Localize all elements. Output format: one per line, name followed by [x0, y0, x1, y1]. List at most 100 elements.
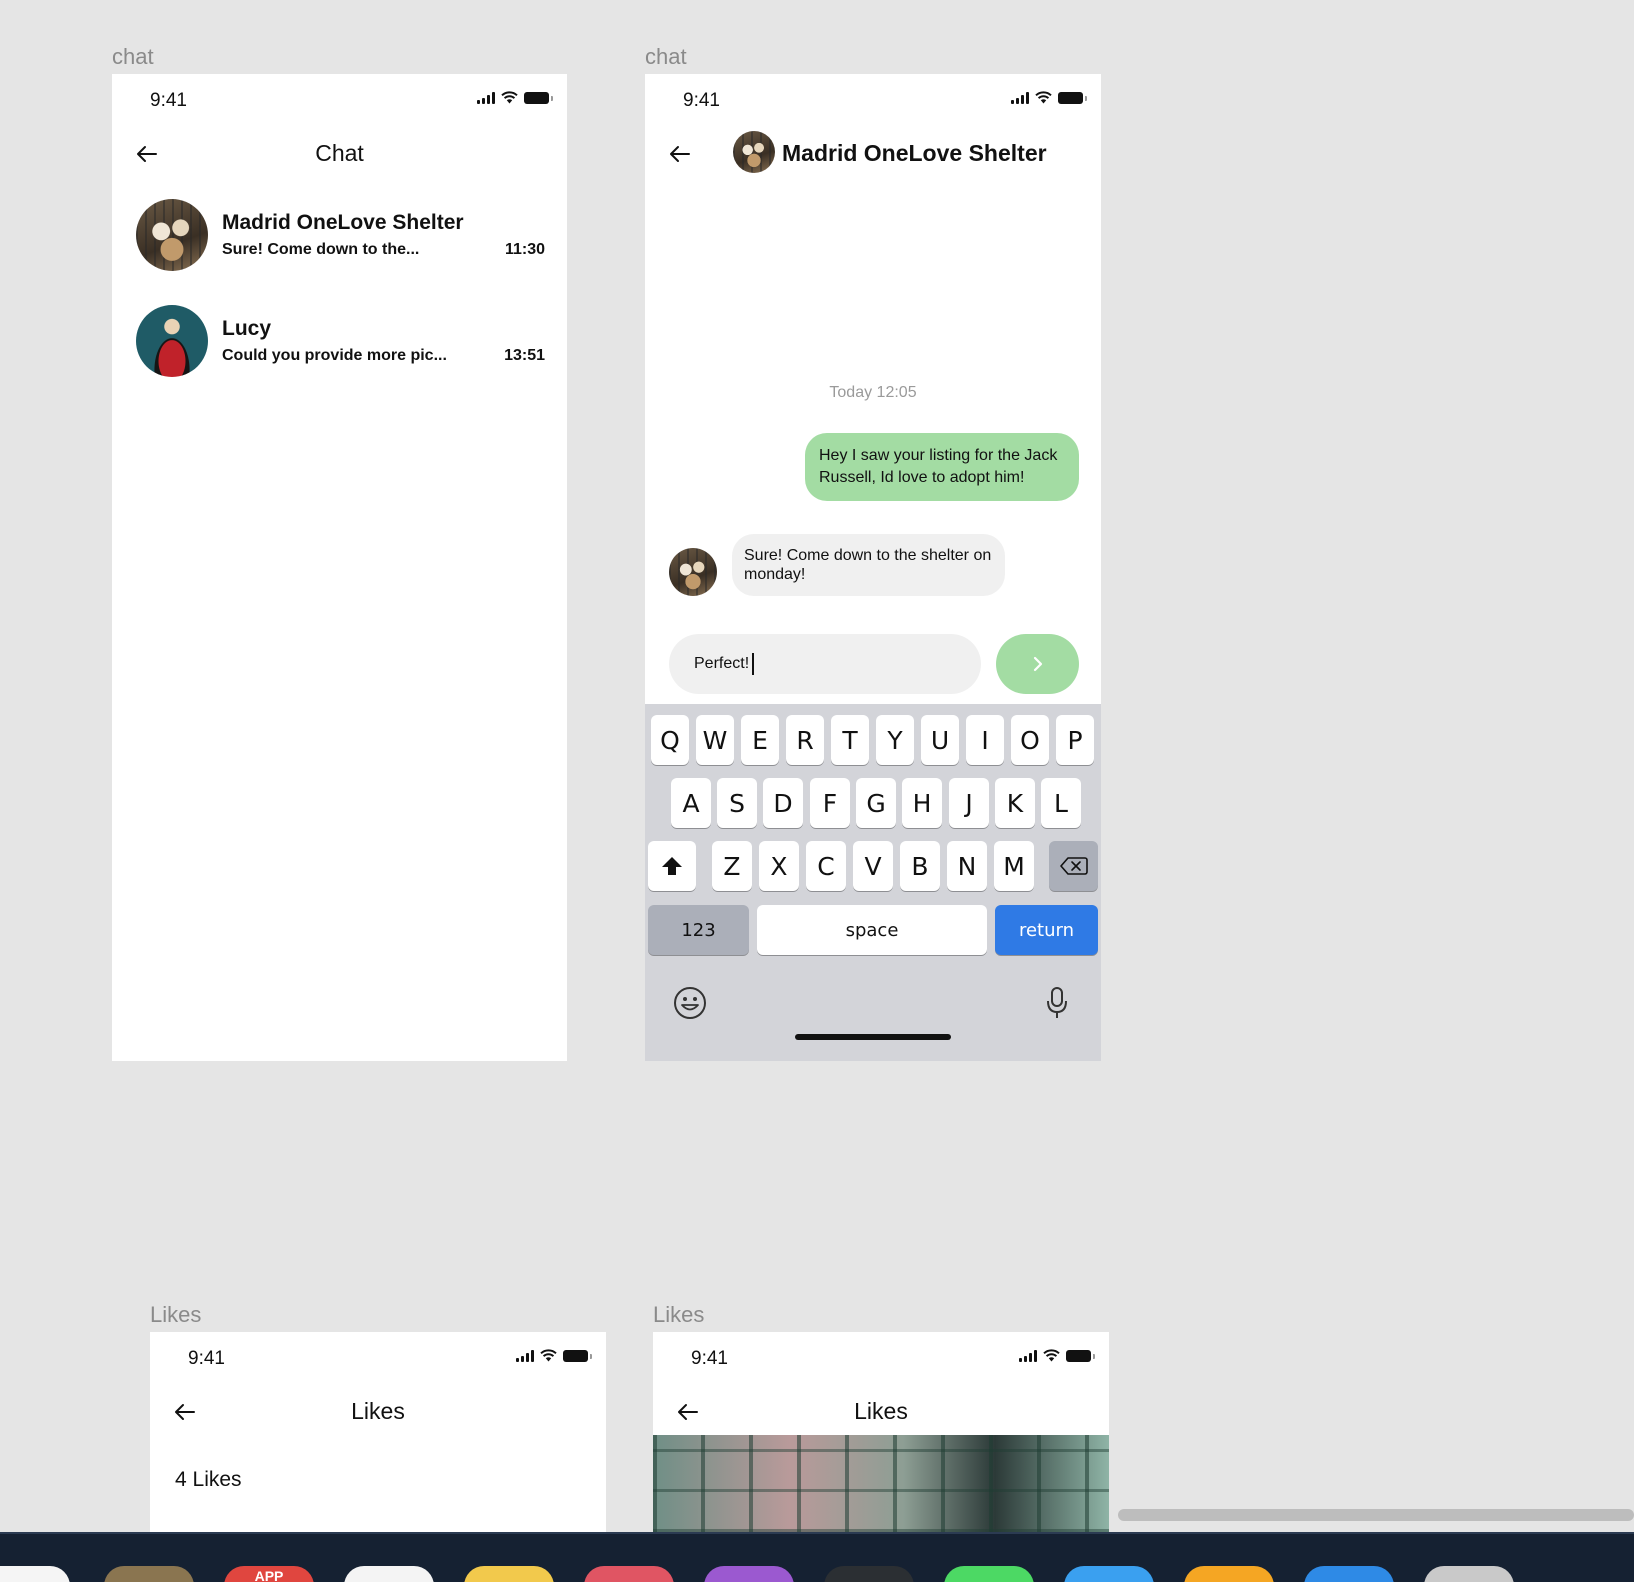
outgoing-message: Hey I saw your listing for the Jack Russ… — [805, 433, 1079, 501]
key-m[interactable]: M — [994, 841, 1034, 891]
shift-icon — [662, 857, 682, 875]
cellular-signal-icon — [516, 1349, 534, 1362]
key-x[interactable]: X — [759, 841, 799, 891]
key-e[interactable]: E — [741, 715, 779, 765]
emoji-icon[interactable] — [673, 986, 707, 1020]
likes-screen: 9:41 Likes 4 Likes — [150, 1332, 606, 1532]
likes-detail-header: Likes — [653, 1384, 1109, 1440]
conversation-item-shelter[interactable]: Madrid OneLove Shelter Sure! Come down t… — [112, 199, 567, 279]
key-z[interactable]: Z — [712, 841, 752, 891]
likes-header: Likes — [150, 1384, 606, 1440]
dock-app-pages[interactable] — [1184, 1566, 1274, 1582]
home-indicator — [795, 1034, 951, 1040]
key-o[interactable]: O — [1011, 715, 1049, 765]
dock: APP — [0, 1532, 1634, 1582]
likes-detail-screen: 9:41 Likes — [653, 1332, 1109, 1532]
microphone-icon[interactable] — [1045, 986, 1069, 1020]
avatar — [136, 199, 208, 271]
key-s[interactable]: S — [717, 778, 757, 828]
key-c[interactable]: C — [806, 841, 846, 891]
frame-label-conversation: chat — [645, 44, 687, 69]
dock-app-podcasts[interactable] — [704, 1566, 794, 1582]
chat-list-screen: 9:41 Chat Madrid OneLove Shelter Sure! C… — [112, 74, 567, 1061]
key-v[interactable]: V — [853, 841, 893, 891]
dock-app-mail[interactable] — [1064, 1566, 1154, 1582]
dock-app-terminal[interactable] — [824, 1566, 914, 1582]
key-k[interactable]: K — [995, 778, 1035, 828]
key-g[interactable]: G — [856, 778, 896, 828]
conversation-time: 13:51 — [504, 347, 545, 364]
backspace-icon — [1059, 857, 1088, 875]
status-icons — [516, 1349, 592, 1362]
conversation-name: Madrid OneLove Shelter — [222, 211, 464, 234]
dock-app-music[interactable] — [584, 1566, 674, 1582]
key-r[interactable]: R — [786, 715, 824, 765]
send-button[interactable] — [996, 634, 1079, 694]
sender-avatar — [669, 548, 717, 596]
backspace-key[interactable] — [1049, 841, 1098, 891]
wifi-icon — [501, 91, 518, 104]
page-title: Likes — [351, 1398, 405, 1424]
status-bar: 9:41 — [150, 1332, 606, 1384]
key-w[interactable]: W — [696, 715, 734, 765]
status-time: 9:41 — [188, 1348, 225, 1369]
return-key[interactable]: return — [995, 905, 1098, 955]
key-d[interactable]: D — [763, 778, 803, 828]
contact-avatar[interactable] — [733, 131, 775, 173]
shift-key[interactable] — [648, 841, 696, 891]
conversation-screen: 9:41 Madrid OneLove Shelter Today 12:05 … — [645, 74, 1101, 1061]
dock-app-notes[interactable] — [104, 1566, 194, 1582]
battery-icon — [563, 1349, 592, 1362]
dock-app-stickies[interactable] — [464, 1566, 554, 1582]
numbers-key[interactable]: 123 — [648, 905, 749, 955]
page-title: Chat — [315, 140, 364, 166]
conversation-title: Madrid OneLove Shelter — [782, 140, 1047, 166]
conversation-time: 11:30 — [504, 241, 545, 258]
key-l[interactable]: L — [1041, 778, 1081, 828]
page-title: Likes — [854, 1398, 908, 1424]
dock-app-photos[interactable] — [0, 1566, 70, 1582]
status-bar: 9:41 — [653, 1332, 1109, 1384]
status-time: 9:41 — [150, 90, 187, 111]
conversation-item-lucy[interactable]: Lucy Could you provide more pic... 13:51 — [112, 305, 567, 385]
dock-app-settings[interactable] — [1424, 1566, 1514, 1582]
key-b[interactable]: B — [900, 841, 940, 891]
onscreen-keyboard: Q W E R T Y U I O P A S D F G H J K L Z … — [645, 704, 1101, 1061]
key-u[interactable]: U — [921, 715, 959, 765]
dock-app-browser[interactable] — [344, 1566, 434, 1582]
dock-app-messages[interactable] — [944, 1566, 1034, 1582]
dock-app-store-badge[interactable]: APP — [224, 1566, 314, 1582]
battery-icon — [1066, 1349, 1095, 1362]
key-y[interactable]: Y — [876, 715, 914, 765]
message-input[interactable]: Perfect! — [669, 634, 981, 694]
key-a[interactable]: A — [671, 778, 711, 828]
conversation-header: Madrid OneLove Shelter — [645, 126, 1101, 182]
chevron-right-icon — [1033, 656, 1042, 672]
conversation-name: Lucy — [222, 317, 272, 340]
key-j[interactable]: J — [949, 778, 989, 828]
key-n[interactable]: N — [947, 841, 987, 891]
text-caret — [752, 653, 755, 675]
key-f[interactable]: F — [810, 778, 850, 828]
status-bar: 9:41 — [645, 74, 1101, 126]
status-icons — [477, 91, 553, 104]
frame-label-likes-list: Likes — [150, 1302, 202, 1327]
status-time: 9:41 — [691, 1348, 728, 1369]
key-i[interactable]: I — [966, 715, 1004, 765]
frame-label-likes-detail: Likes — [653, 1302, 705, 1327]
status-icons — [1019, 1349, 1095, 1362]
canvas-horizontal-scrollbar[interactable] — [1118, 1509, 1634, 1521]
wifi-icon — [1043, 1349, 1060, 1362]
dock-app-appstore[interactable] — [1304, 1566, 1394, 1582]
key-q[interactable]: Q — [651, 715, 689, 765]
avatar — [136, 305, 208, 377]
key-p[interactable]: P — [1056, 715, 1094, 765]
space-key[interactable]: space — [757, 905, 987, 955]
frame-label-chat-list: chat — [112, 44, 154, 69]
conversation-preview: Could you provide more pic... — [222, 347, 447, 364]
key-h[interactable]: H — [902, 778, 942, 828]
pet-photo[interactable] — [653, 1435, 1109, 1532]
back-arrow-icon[interactable] — [667, 141, 693, 167]
key-t[interactable]: T — [831, 715, 869, 765]
wifi-icon — [1035, 91, 1052, 104]
